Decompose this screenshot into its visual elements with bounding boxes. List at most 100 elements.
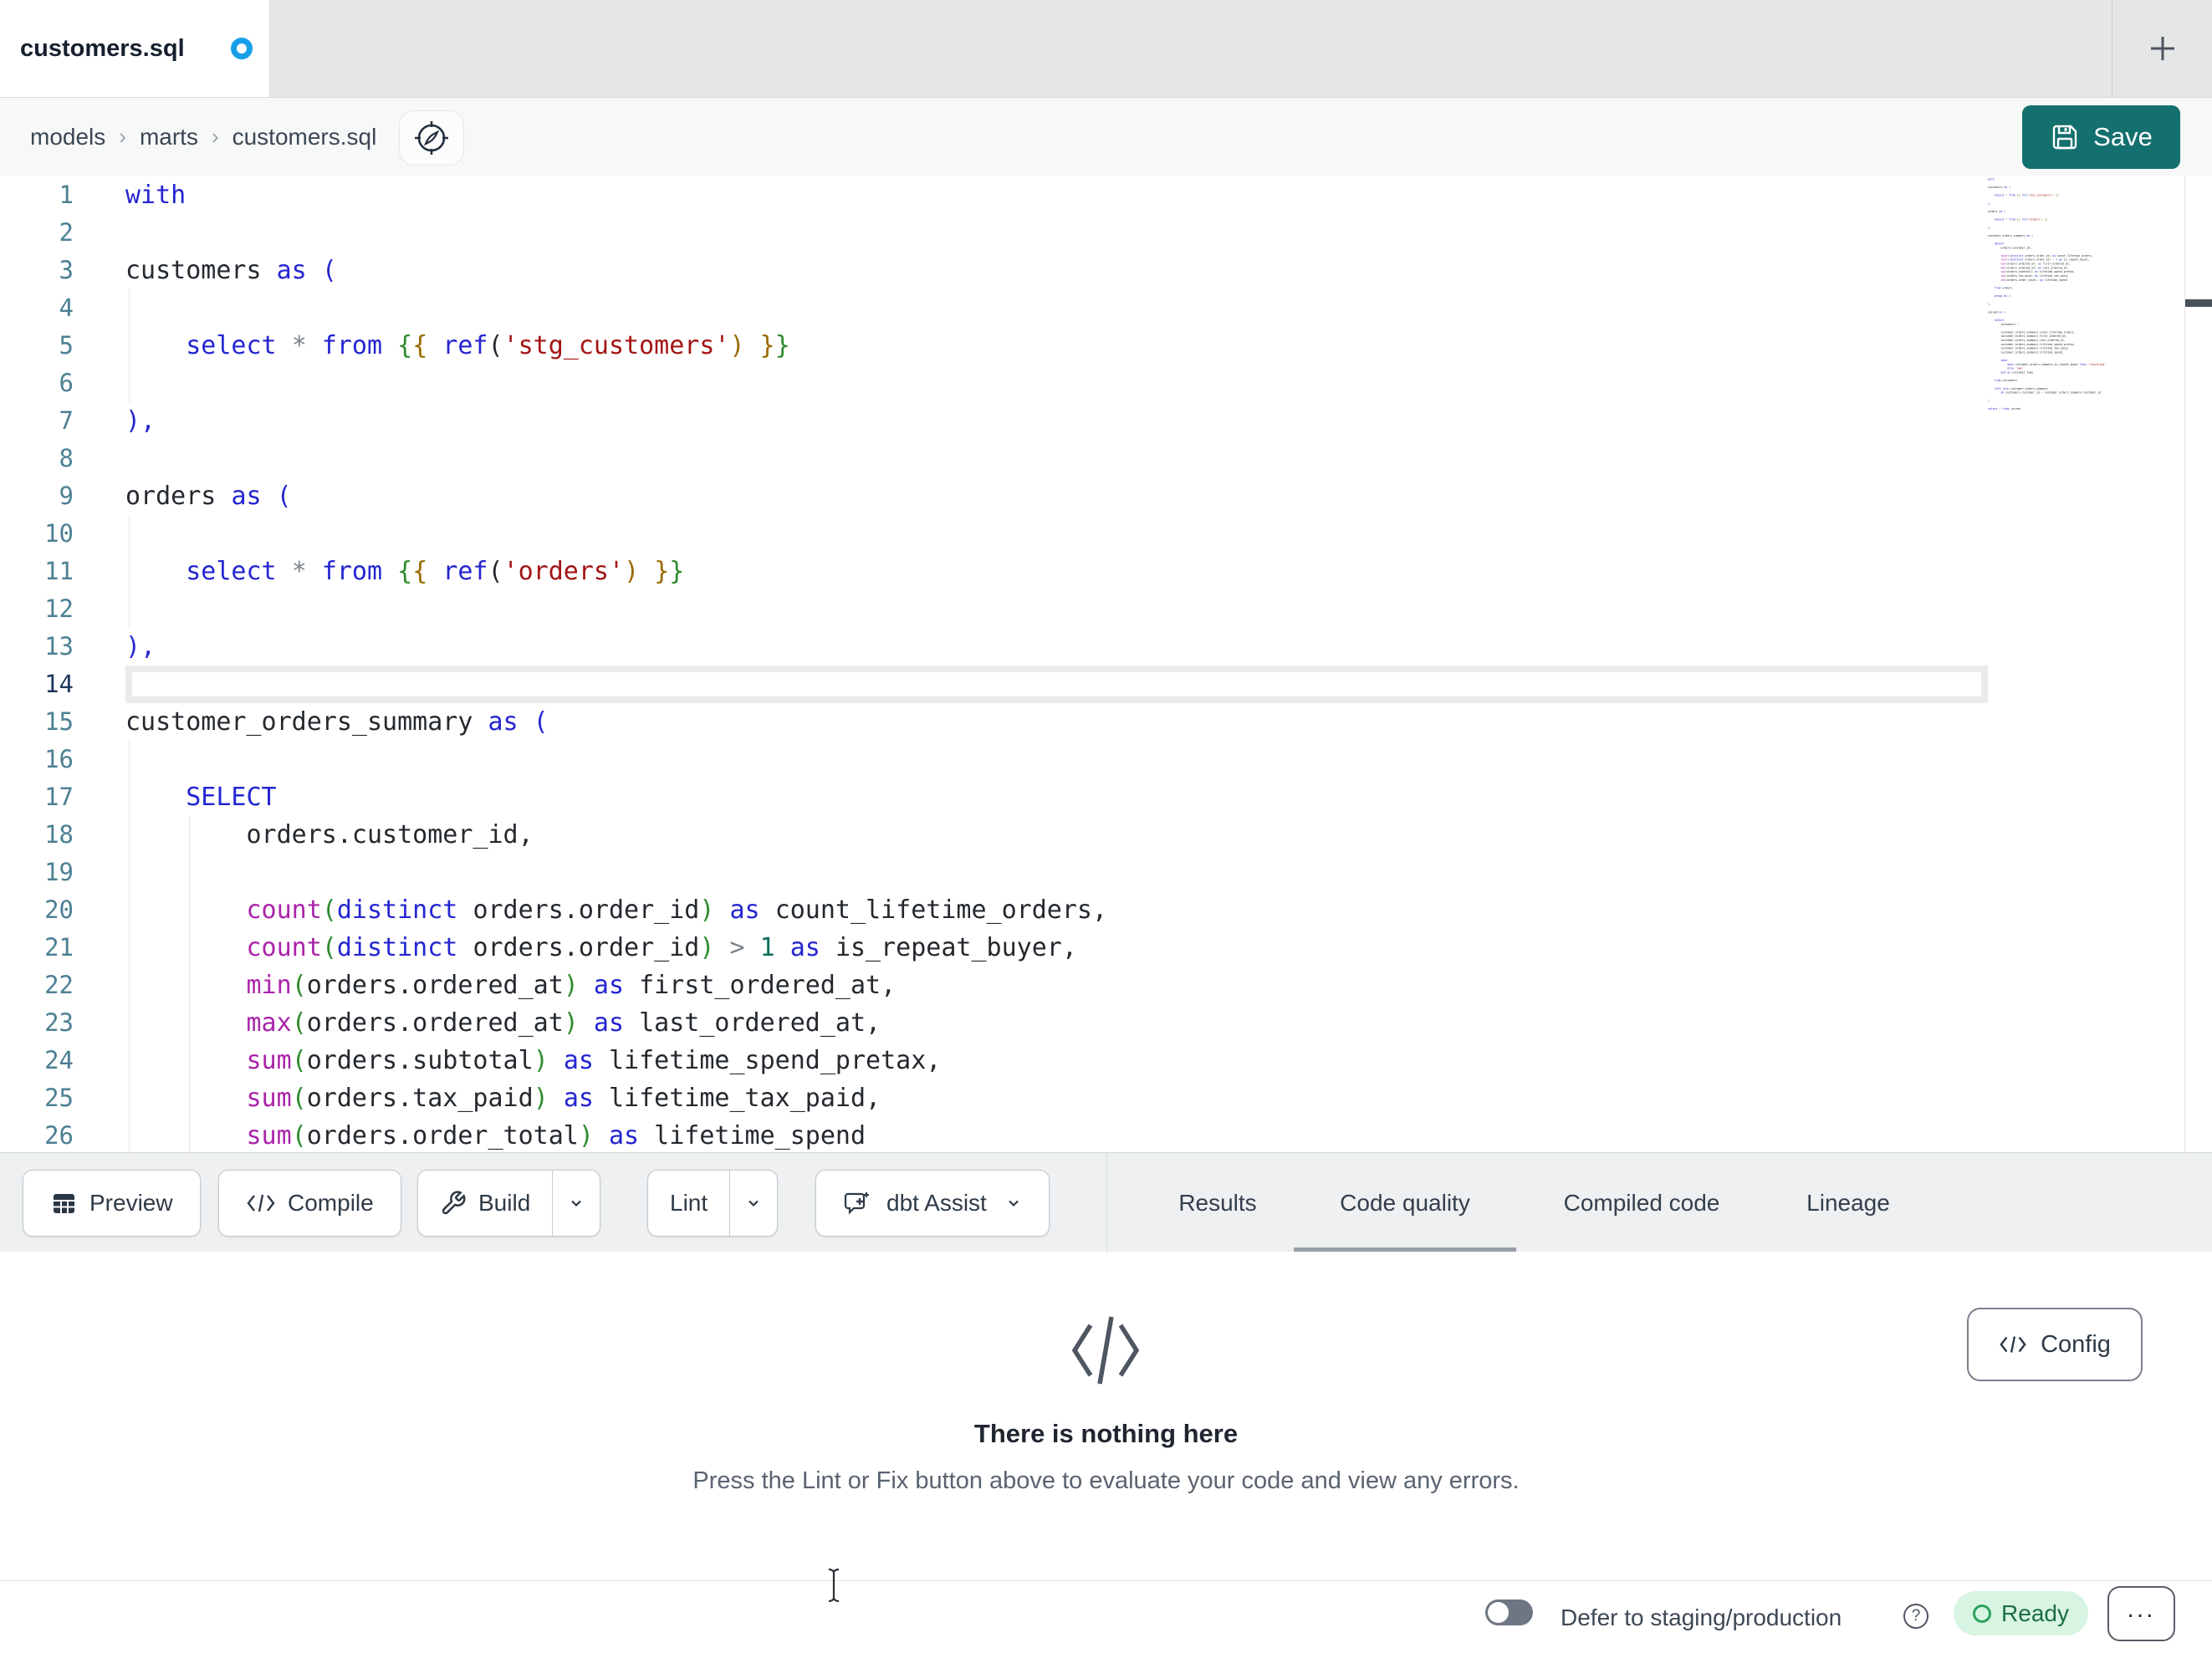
code-line[interactable]: 10	[0, 515, 1988, 553]
line-number: 13	[44, 632, 74, 661]
code-icon	[2000, 1336, 2026, 1353]
line-number: 24	[44, 1046, 74, 1074]
tab-compiled-code-label: Compiled code	[1563, 1189, 1720, 1216]
code-line[interactable]: 16	[0, 741, 1988, 778]
code-line[interactable]: 19	[0, 854, 1988, 891]
tab-code-quality[interactable]: Code quality	[1340, 1153, 1470, 1253]
tab-title: customers.sql	[20, 35, 185, 62]
line-number: 18	[44, 820, 74, 849]
defer-label: Defer to staging/production	[1561, 1604, 1842, 1630]
breadcrumb-row: models › marts › customers.sql Save	[0, 98, 2212, 176]
code-line[interactable]: 23 max(orders.ordered_at) as last_ordere…	[0, 1004, 1988, 1042]
new-tab-button[interactable]	[2143, 28, 2183, 69]
config-button[interactable]: Config	[1967, 1308, 2143, 1381]
status-badge[interactable]: Ready	[1954, 1591, 2088, 1635]
line-number: 15	[44, 707, 74, 736]
overflow-menu-button[interactable]: ...	[2107, 1586, 2175, 1641]
code-line[interactable]: 4	[0, 289, 1988, 327]
floppy-disk-icon	[2052, 125, 2077, 150]
toggle-knob	[1488, 1602, 1509, 1623]
wrench-icon	[442, 1191, 466, 1215]
line-number: 17	[44, 783, 74, 811]
code-line[interactable]: 1 with	[0, 176, 1988, 214]
code-line[interactable]: 14	[0, 666, 1988, 703]
code-line[interactable]: 17 SELECT	[0, 778, 1988, 816]
breadcrumb-separator: ›	[119, 124, 126, 149]
compile-button-label: Compile	[288, 1190, 374, 1216]
line-number: 22	[44, 971, 74, 999]
breadcrumb-item-file: customers.sql	[232, 123, 377, 150]
build-button-label: Build	[478, 1190, 531, 1216]
defer-toggle[interactable]	[1485, 1599, 1533, 1625]
breadcrumb-item-marts[interactable]: marts	[140, 124, 198, 151]
compass-icon	[415, 121, 448, 155]
code-line[interactable]: 13),	[0, 628, 1988, 666]
dbt-ide-window: customers.sql models › marts › customers…	[0, 0, 2212, 1653]
tab-code-quality-label: Code quality	[1340, 1189, 1470, 1216]
config-button-label: Config	[2041, 1330, 2111, 1358]
line-number: 16	[44, 745, 74, 773]
build-dropdown-button[interactable]	[552, 1171, 600, 1236]
code-line[interactable]: 22 min(orders.ordered_at) as first_order…	[0, 967, 1988, 1004]
lint-button[interactable]: Lint	[648, 1171, 729, 1236]
tab-results-label: Results	[1178, 1189, 1257, 1216]
question-circle-icon[interactable]: ?	[1903, 1604, 1928, 1629]
unsaved-indicator-icon	[231, 38, 253, 59]
code-line[interactable]: 2	[0, 214, 1988, 252]
breadcrumb-item-models[interactable]: models	[30, 124, 105, 151]
line-number: 21	[44, 933, 74, 962]
empty-state-title: There is nothing here	[973, 1419, 1239, 1448]
code-line[interactable]: 6	[0, 365, 1988, 402]
chevron-down-icon	[1009, 1200, 1019, 1207]
line-number: 19	[44, 858, 74, 886]
save-button-label: Save	[2093, 122, 2153, 151]
code-line[interactable]: 20 count(distinct orders.order_id) as co…	[0, 891, 1988, 929]
tab-customers-sql[interactable]: customers.sql	[0, 0, 270, 97]
code-line[interactable]: 15 customer_orders_summary as (	[0, 703, 1988, 741]
code-line[interactable]: 9 orders as (	[0, 477, 1988, 515]
tab-compiled-code[interactable]: Compiled code	[1564, 1153, 1720, 1253]
code-editor[interactable]: 1 with 2 3 customers as (4 5 select * from {{…	[0, 176, 2212, 1152]
line-number: 25	[44, 1084, 74, 1112]
code-lines: 1 with 2 3 customers as (4 5 select * from {{…	[0, 176, 1988, 1152]
editor-minimap[interactable]: with customers as ( select * from {{ ref(…	[1988, 177, 2183, 428]
code-line[interactable]: 21 count(distinct orders.order_id) > 1 a…	[0, 929, 1988, 967]
code-line[interactable]: 25 sum(orders.tax_paid) as lifetime_tax_…	[0, 1079, 1988, 1117]
dbt-assist-button[interactable]: dbt Assist	[815, 1170, 1050, 1237]
build-split-button: Build	[417, 1170, 601, 1237]
empty-state-icon	[1068, 1304, 1143, 1401]
code-line[interactable]: 18 orders.customer_id,	[0, 816, 1988, 854]
preview-button[interactable]: Preview	[23, 1170, 201, 1237]
code-line[interactable]: 8	[0, 440, 1988, 477]
dbt-assist-button-label: dbt Assist	[886, 1190, 987, 1216]
editor-toolbar: Preview Compile Build Lint dbt Assist Re…	[0, 1152, 2212, 1253]
lint-split-button: Lint	[647, 1170, 779, 1237]
code-line[interactable]: 24 sum(orders.subtotal) as lifetime_spen…	[0, 1042, 1988, 1079]
code-line[interactable]: 3 customers as (	[0, 252, 1988, 289]
preview-button-label: Preview	[89, 1190, 173, 1216]
code-quality-panel: Config There is nothing here Press the L…	[0, 1252, 2212, 1580]
line-number: 3	[59, 256, 74, 284]
line-number: 14	[44, 670, 74, 698]
lint-dropdown-button[interactable]	[729, 1171, 777, 1236]
scrollbar-thumb[interactable]	[2185, 299, 2212, 307]
code-line[interactable]: 12	[0, 590, 1988, 628]
editor-scrollbar[interactable]	[2184, 176, 2212, 1152]
code-line[interactable]: 11 select * from {{ ref('orders') }}	[0, 553, 1988, 590]
chevron-down-icon	[571, 1200, 582, 1207]
compile-button[interactable]: Compile	[218, 1170, 401, 1237]
toolbar-divider	[1106, 1153, 1107, 1253]
open-lineage-button[interactable]	[399, 110, 464, 166]
code-line[interactable]: 5 select * from {{ ref('stg_customers') …	[0, 327, 1988, 365]
code-line[interactable]: 26 sum(orders.order_total) as lifetime_s…	[0, 1117, 1988, 1152]
build-button[interactable]: Build	[418, 1171, 552, 1236]
line-number: 8	[59, 444, 74, 472]
save-button[interactable]: Save	[2022, 105, 2180, 169]
tab-results[interactable]: Results	[1178, 1153, 1256, 1253]
line-number: 7	[59, 406, 74, 435]
line-number: 2	[59, 218, 74, 247]
code-line[interactable]: 7),	[0, 402, 1988, 440]
line-number: 5	[59, 331, 74, 360]
line-number: 11	[44, 557, 74, 585]
tab-lineage[interactable]: Lineage	[1806, 1153, 1890, 1253]
